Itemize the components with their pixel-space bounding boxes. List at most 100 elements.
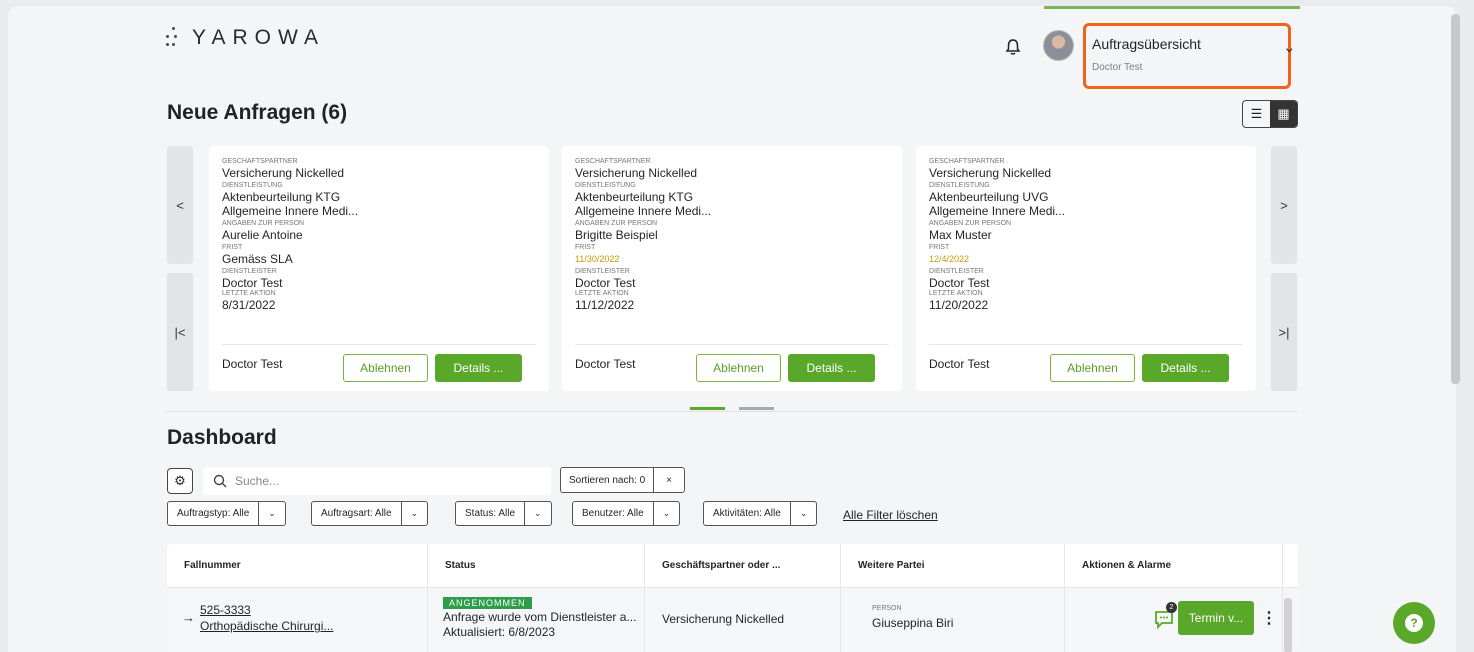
filter-label: Aktivitäten: Alle <box>713 508 781 519</box>
sort-label[interactable]: Sortieren nach: 0 <box>561 468 653 492</box>
column-header-partner[interactable]: Geschäftspartner oder ... <box>645 544 841 587</box>
case-type-link[interactable]: Orthopädische Chirurgi... <box>200 619 333 633</box>
service-detail: Allgemeine Innere Medi... <box>929 204 1066 218</box>
help-icon: ? <box>1405 614 1423 632</box>
filter-user[interactable]: Benutzer: Alle ⌄ <box>572 501 681 526</box>
chevron-down-icon[interactable]: ⌄ <box>258 502 285 525</box>
deadline-label: FRIST <box>575 244 596 251</box>
deadline-label: FRIST <box>222 244 243 251</box>
deadline-value: 12/4/2022 <box>929 254 970 264</box>
details-button[interactable]: Details ... <box>1142 354 1229 382</box>
chevron-down-icon[interactable]: ⌄ <box>524 502 551 525</box>
dashboard-title: Dashboard <box>167 426 277 449</box>
filter-order-kind[interactable]: Auftragsart: Alle ⌄ <box>311 501 429 526</box>
provider-value: Doctor Test <box>222 276 283 290</box>
filter-status[interactable]: Status: Alle ⌄ <box>455 501 552 526</box>
yarowa-logo[interactable]: YAROWA <box>166 26 325 50</box>
filter-label: Status: Alle <box>465 508 516 519</box>
search-placeholder: Suche... <box>235 474 280 488</box>
message-count-badge: 2 <box>1166 602 1177 613</box>
chevron-down-icon[interactable]: ⌄ <box>652 502 680 525</box>
help-button[interactable]: ? <box>1393 602 1435 644</box>
chevron-down-icon[interactable]: ⌄ <box>400 502 428 525</box>
chevron-down-icon[interactable]: ⌄ <box>1283 38 1296 56</box>
provider-value: Doctor Test <box>929 276 990 290</box>
column-header-case[interactable]: Fallnummer <box>167 544 428 587</box>
pagination-dot[interactable] <box>739 407 774 410</box>
provider-label: DIENSTLEISTER <box>575 268 630 275</box>
clear-filters-link[interactable]: Alle Filter löschen <box>843 508 938 522</box>
party-cell: PERSON Giuseppina Biri <box>841 588 1065 652</box>
filter-label: Auftragstyp: Alle <box>177 508 250 519</box>
partner-value: Versicherung Nickelled <box>222 166 345 180</box>
list-view-icon[interactable]: ☰ <box>1243 101 1270 127</box>
details-button[interactable]: Details ... <box>435 354 522 382</box>
account-menu-title[interactable]: Auftragsübersicht <box>1092 36 1201 52</box>
grid-view-icon[interactable]: ▦ <box>1270 101 1297 127</box>
column-header-actions[interactable]: Aktionen & Alarme <box>1065 544 1283 587</box>
card-footer: Doctor Test Ablehnen Details ... <box>575 344 889 382</box>
card-footer-name: Doctor Test <box>222 357 283 371</box>
new-requests-title: Neue Anfragen (6) <box>167 101 348 124</box>
page-scrollbar[interactable] <box>1451 14 1460 384</box>
card-footer: Doctor Test Ablehnen Details ... <box>222 344 536 382</box>
status-cell: ANGENOMMEN Anfrage wurde vom Dienstleist… <box>428 588 645 652</box>
party-name: Giuseppina Biri <box>872 616 954 630</box>
carousel-pagination <box>690 407 774 410</box>
search-input[interactable]: Suche... <box>203 467 551 495</box>
partner-value: Versicherung Nickelled <box>575 166 698 180</box>
arrow-right-icon[interactable]: → <box>182 610 195 625</box>
service-value: Aktenbeurteilung KTG <box>222 190 341 204</box>
chevron-down-icon[interactable]: ⌄ <box>789 502 817 525</box>
header-accent-bar <box>1044 6 1300 9</box>
partner-label: GESCHAFTSPARTNER <box>222 158 298 165</box>
carousel-prev-button[interactable]: < <box>167 146 193 264</box>
sort-clear-icon[interactable]: × <box>653 468 684 492</box>
user-avatar[interactable] <box>1043 30 1074 61</box>
section-divider <box>166 411 1297 412</box>
schedule-appointment-button[interactable]: Termin v... <box>1178 601 1254 635</box>
carousel-first-button[interactable]: |< <box>167 273 193 391</box>
last-action-label: LETZTE AKTION <box>575 290 629 297</box>
case-number-link[interactable]: 525-3333 <box>200 603 251 617</box>
last-action-label: LETZTE AKTION <box>929 290 983 297</box>
table-row[interactable]: → 525-3333 Orthopädische Chirurgi... ANG… <box>167 587 1298 652</box>
carousel-last-button[interactable]: >| <box>1271 273 1297 391</box>
deadline-value: 11/30/2022 <box>575 254 620 264</box>
status-text: Anfrage wurde vom Dienstleister a... <box>443 610 637 624</box>
service-label: DIENSTLEISTUNG <box>222 182 283 189</box>
service-label: DIENSTLEISTUNG <box>929 182 990 189</box>
pagination-dot-active[interactable] <box>690 407 725 410</box>
deadline-value: Gemäss SLA <box>222 252 293 266</box>
carousel-next-button[interactable]: > <box>1271 146 1297 264</box>
reject-button[interactable]: Ablehnen <box>1050 354 1135 382</box>
reject-button[interactable]: Ablehnen <box>696 354 781 382</box>
view-toggle[interactable]: ☰ ▦ <box>1242 100 1298 128</box>
person-value: Brigitte Beispiel <box>575 228 658 242</box>
partner-cell: Versicherung Nickelled <box>645 588 841 652</box>
request-card: GESCHAFTSPARTNER Versicherung Nickelled … <box>916 146 1256 391</box>
sort-control[interactable]: Sortieren nach: 0 × <box>560 467 686 493</box>
column-header-party[interactable]: Weitere Partei <box>841 544 1065 587</box>
details-button[interactable]: Details ... <box>788 354 875 382</box>
service-value: Aktenbeurteilung UVG <box>929 190 1049 204</box>
reject-button[interactable]: Ablehnen <box>343 354 428 382</box>
table-scrollbar[interactable] <box>1284 598 1292 652</box>
filter-activities[interactable]: Aktivitäten: Alle ⌄ <box>703 501 818 526</box>
card-footer-name: Doctor Test <box>575 357 636 371</box>
app-window: YAROWA Auftragsübersicht Doctor Test ⌄ N… <box>8 6 1456 652</box>
provider-label: DIENSTLEISTER <box>929 268 984 275</box>
column-header-status[interactable]: Status <box>428 544 645 587</box>
service-value: Aktenbeurteilung KTG <box>575 190 694 204</box>
account-menu-highlight[interactable] <box>1083 23 1291 89</box>
settings-gear-icon[interactable]: ⚙ <box>167 468 193 494</box>
person-label: ANGABEN ZUR PERSON <box>222 220 305 227</box>
last-action-value: 8/31/2022 <box>222 298 276 312</box>
filter-order-type[interactable]: Auftragstyp: Alle ⌄ <box>167 501 286 526</box>
actions-cell: 2 Termin v... ⋮ <box>1065 588 1283 652</box>
service-detail: Allgemeine Innere Medi... <box>575 204 712 218</box>
more-options-icon[interactable]: ⋮ <box>1261 608 1277 628</box>
request-card: GESCHAFTSPARTNER Versicherung Nickelled … <box>562 146 902 391</box>
notification-bell-icon[interactable] <box>1004 38 1022 56</box>
account-user-name: Doctor Test <box>1092 62 1143 73</box>
